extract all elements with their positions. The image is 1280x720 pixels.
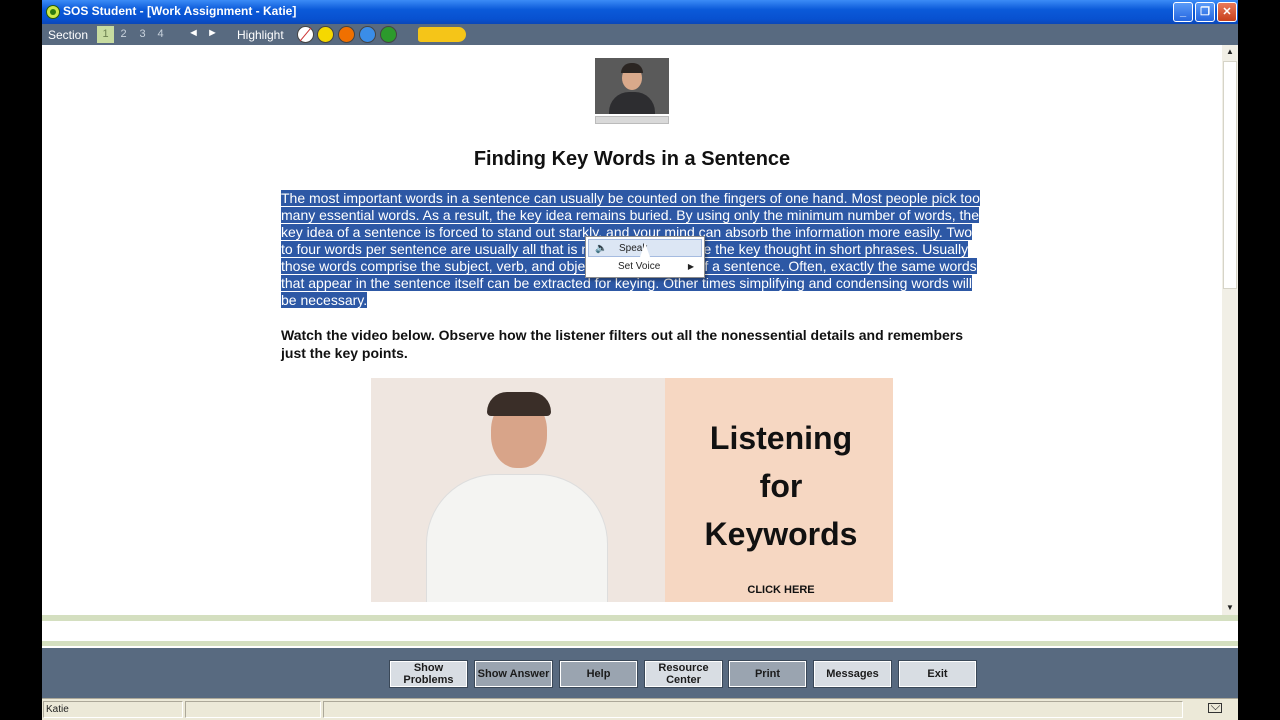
listening-video[interactable]: Listening for Keywords CLICK HERE — [371, 378, 893, 602]
video-title: Listening for Keywords — [704, 420, 858, 552]
vertical-scrollbar[interactable]: ▲ ▼ — [1222, 45, 1238, 615]
highlight-orange-button[interactable] — [338, 26, 355, 43]
section-2-tab[interactable]: 2 — [115, 26, 132, 43]
title-bar[interactable]: SOS Student - [Work Assignment - Katie] … — [42, 0, 1238, 24]
close-button[interactable]: ✕ — [1217, 2, 1237, 22]
highlight-yellow-button[interactable] — [317, 26, 334, 43]
section-label: Section — [48, 28, 89, 42]
section-4-tab[interactable]: 4 — [152, 26, 169, 43]
video-click-here[interactable]: CLICK HERE — [671, 584, 891, 596]
app-window: SOS Student - [Work Assignment - Katie] … — [42, 0, 1238, 720]
scroll-thumb[interactable] — [1223, 61, 1237, 289]
menu-item-set-voice[interactable]: Set Voice ▶ — [588, 258, 702, 276]
show-problems-button[interactable]: Show Problems — [389, 660, 468, 688]
section-3-tab[interactable]: 3 — [134, 26, 151, 43]
message-envelope-icon[interactable] — [1208, 703, 1222, 713]
highlight-green-button[interactable] — [380, 26, 397, 43]
status-panel — [323, 701, 1183, 718]
messages-button[interactable]: Messages — [813, 660, 892, 688]
next-section-icon[interactable]: ► — [207, 27, 218, 39]
maximize-button[interactable]: ❐ — [1195, 2, 1215, 22]
status-bar: Katie — [42, 698, 1238, 720]
lesson-title: Finding Key Words in a Sentence — [473, 148, 791, 170]
divider — [42, 641, 1238, 646]
speaker-icon: 🔈 — [595, 243, 608, 254]
menu-item-label: Set Voice — [618, 261, 661, 272]
print-button[interactable]: Print — [728, 660, 807, 688]
video-controls[interactable] — [595, 116, 669, 124]
status-user: Katie — [43, 701, 183, 718]
highlight-eraser-icon[interactable] — [297, 26, 314, 43]
scroll-down-icon[interactable]: ▼ — [1222, 601, 1238, 615]
highlight-blue-button[interactable] — [359, 26, 376, 43]
divider — [42, 615, 1238, 621]
mouse-cursor-icon — [640, 243, 650, 257]
action-bar: Show Problems Show Answer Help Resource … — [42, 648, 1238, 698]
exit-button[interactable]: Exit — [898, 660, 977, 688]
instructor-video-thumbnail[interactable] — [595, 58, 669, 124]
submenu-arrow-icon: ▶ — [687, 262, 694, 271]
section-toolbar: Section 1 2 3 4 ◄ ► Highlight — [42, 24, 1238, 45]
status-panel — [185, 701, 321, 718]
minimize-button[interactable]: _ — [1173, 2, 1193, 22]
prev-section-icon[interactable]: ◄ — [188, 27, 199, 39]
highlighter-marker-icon[interactable] — [418, 27, 466, 42]
section-1-tab[interactable]: 1 — [97, 26, 114, 43]
video-instruction: Watch the video below. Observe how the l… — [281, 327, 964, 361]
scroll-up-icon[interactable]: ▲ — [1222, 45, 1238, 59]
highlight-label: Highlight — [237, 28, 284, 42]
window-title: SOS Student - [Work Assignment - Katie] — [63, 4, 297, 18]
lesson-content: Finding Key Words in a Sentence The most… — [42, 45, 1222, 615]
show-answer-button[interactable]: Show Answer — [474, 660, 553, 688]
help-button[interactable]: Help — [559, 660, 638, 688]
resource-center-button[interactable]: Resource Center — [644, 660, 723, 688]
app-logo-icon — [46, 5, 60, 19]
